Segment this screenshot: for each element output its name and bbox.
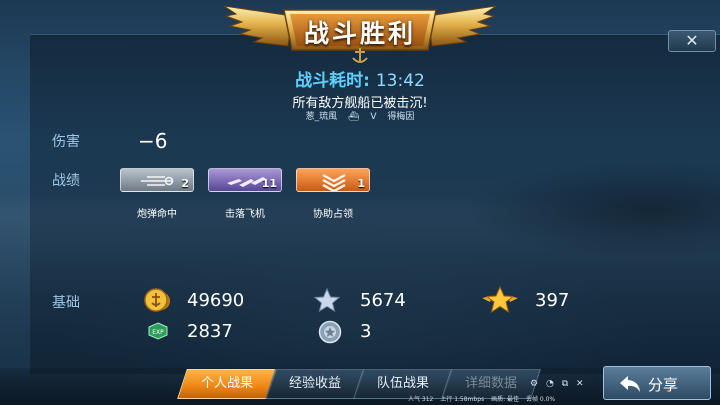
- share-label: 分享: [648, 376, 679, 394]
- tab-personal-results[interactable]: 个人战果: [177, 369, 277, 399]
- base-label: 基础: [52, 295, 80, 311]
- medal-shell-hits[interactable]: 2: [120, 168, 194, 192]
- tab-experience-gain[interactable]: 经验收益: [265, 369, 365, 399]
- medal-value: 3: [360, 321, 372, 342]
- victory-title: 战斗胜利: [303, 19, 416, 48]
- share-arrow-icon: [620, 376, 640, 392]
- battle-duration-value: 13:42: [375, 71, 425, 91]
- frame-loss-text: 丢帧 0.0%: [525, 396, 556, 403]
- exp-icon: EXP: [148, 322, 168, 340]
- medal-icon: [318, 320, 342, 344]
- achievements-label: 战绩: [52, 173, 80, 189]
- popularity-text: 人气 312: [408, 396, 434, 403]
- vs-label: V: [370, 112, 377, 122]
- player-left-name: 葱_琉風: [305, 112, 338, 122]
- gold-coin-icon: [144, 288, 170, 312]
- victory-banner: 战斗胜利: [222, 2, 498, 64]
- medal-assist-capture-label: 协助占领: [313, 209, 353, 220]
- volume-icon[interactable]: ◔: [546, 379, 554, 389]
- ship-icon: ⛴: [348, 112, 360, 122]
- close-button[interactable]: ✕: [668, 30, 716, 52]
- window-icon[interactable]: ⧉: [562, 379, 568, 389]
- gold-star-value: 397: [535, 290, 570, 311]
- settings-icon[interactable]: ⚙: [530, 379, 538, 389]
- silver-star-icon: [314, 288, 340, 312]
- quality-text: 画质: 最佳: [491, 396, 520, 403]
- medal-planes-shot[interactable]: 11: [208, 168, 282, 192]
- stream-controls: ⚙ ◔ ⧉ ✕: [530, 379, 589, 389]
- exp-value: 2837: [187, 321, 233, 342]
- medal-planes-shot-label: 击落飞机: [225, 209, 265, 220]
- upload-text: 上行 1.58mbps: [440, 396, 485, 403]
- battle-duration: 战斗耗时: 13:42: [0, 66, 720, 91]
- medal-assist-capture[interactable]: 1: [296, 168, 370, 192]
- svg-text:EXP: EXP: [152, 329, 164, 336]
- tab-label: 个人战果: [200, 376, 253, 391]
- tab-label: 经验收益: [288, 376, 341, 391]
- damage-value: −6: [138, 129, 168, 153]
- close-icon[interactable]: ✕: [576, 379, 584, 389]
- medal-count: 1: [357, 177, 365, 190]
- silver-star-value: 5674: [360, 290, 406, 311]
- medal-count: 2: [181, 177, 189, 190]
- medal-shell-hits-label: 炮弹命中: [137, 209, 177, 220]
- battle-duration-label: 战斗耗时:: [295, 71, 370, 91]
- gold-value: 49690: [187, 290, 245, 311]
- damage-label: 伤害: [52, 134, 80, 150]
- gold-star-icon: [482, 286, 518, 314]
- player-line: 葱_琉風 ⛴ V 得梅因: [0, 109, 720, 122]
- share-button[interactable]: 分享: [603, 366, 711, 400]
- medal-count: 11: [261, 177, 277, 190]
- stream-status-bar: 人气 312 上行 1.58mbps 画质: 最佳 丢帧 0.0%: [408, 394, 578, 404]
- player-right-name: 得梅因: [387, 112, 415, 122]
